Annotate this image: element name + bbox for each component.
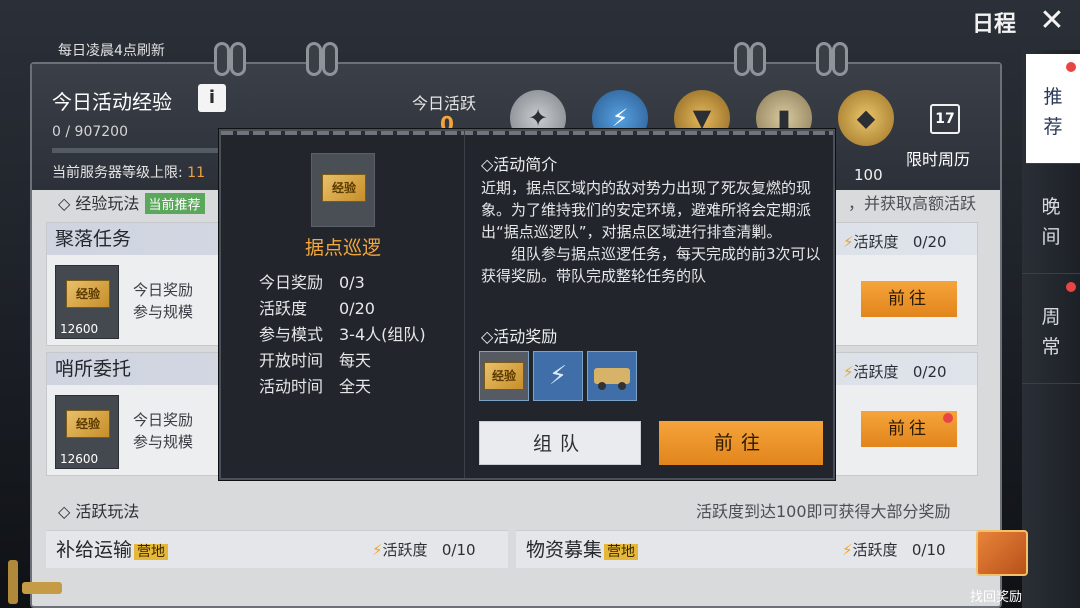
exp-ticket-icon: 经验 [66,410,110,438]
milestone-100-label: 100 [854,166,883,184]
milestone-badge-5-icon[interactable]: ◆ [838,90,894,146]
exp-ticket-icon: 经验 [322,174,366,202]
close-icon[interactable]: ✕ [1036,6,1068,38]
exp-value: 0 / 907200 [52,124,128,140]
binder-ring-icon [214,42,230,76]
notification-dot [1066,62,1076,72]
exp-progress-bar [52,148,222,153]
reward-ticket-box: 经验 12600 [55,265,119,339]
card-reward-label: 今日奖励 [133,411,194,429]
calendar-icon[interactable]: 17 [930,104,960,134]
go-button[interactable]: 前往 [659,421,823,465]
intro-description: 近期，据点区域内的敌对势力出现了死灰复燃的现象。为了维持我们的安定环境，避难所将… [481,179,821,285]
activity-card-supply-transport[interactable]: 补给运输 营地 ⚡活跃度 0/10 [46,530,508,568]
team-button[interactable]: 组队 [479,421,641,465]
activity-card-material-collection[interactable]: 物资募集 营地 ⚡活跃度 0/10 [516,530,978,568]
schedule-title: 日程 [971,12,1016,37]
bolt-icon: ⚡ [372,541,383,559]
reward-recovery-label[interactable]: 找回奖励 [970,586,1022,605]
row-open-time: 开放时间 每天 [259,351,372,370]
vehicle-icon [594,368,630,390]
card-activity: ⚡活跃度 0/10 [372,541,476,559]
exp-ticket-icon: 经验 [66,280,110,308]
activity-name: 据点巡逻 [304,237,381,259]
intro-title: ◇活动简介 [481,155,558,174]
active-play-note: 活跃度到达100即可获得大部分奖励 [696,502,951,521]
server-level-cap: 当前服务器等级上限: 11 [52,165,205,181]
camp-tag: 营地 [134,544,169,560]
info-button[interactable]: i [198,84,226,112]
reward-recovery-button[interactable] [958,524,1046,584]
reward-energy[interactable]: ⚡ [533,351,583,401]
tab-evening[interactable]: 晚 间 [1022,164,1080,274]
row-activity-time: 活动时间 全天 [259,377,372,396]
reward-exp-ticket[interactable]: 经验 [479,351,529,401]
row-today-reward: 今日奖励 0/3 [259,273,365,292]
lightning-icon: ⚡ [548,361,568,391]
today-activity-label: 今日活跃 [412,94,477,113]
card-activity: ⚡活跃度 0/20 [843,363,947,381]
binder-ring-icon [306,42,322,76]
bolt-icon: ⚡ [843,363,854,381]
recommended-tag: 当前推荐 [144,193,205,214]
reward-ticket-box: 经验 12600 [55,395,119,469]
binder-ring-icon [230,42,246,76]
popup-left-panel: 经验 据点巡逻 今日奖励 0/3 活跃度 0/20 参与模式 3-4人(组队) 开放时… [221,131,465,478]
row-mode: 参与模式 3-4人(组队) [259,325,426,344]
activity-icon-box: 经验 [311,153,375,227]
binder-ring-icon [816,42,832,76]
card-scale-label: 参与规模 [133,303,194,321]
ticket-count: 12600 [60,322,99,336]
exp-play-note: ，并获取高额活跃 [848,194,977,213]
exp-title: 今日活动经验 [52,90,172,114]
reward-vehicle-part[interactable] [587,351,637,401]
bullet-shells-icon [8,560,62,604]
bolt-icon: ⚡ [842,541,853,559]
card-scale-label: 参与规模 [133,433,194,451]
exp-play-section-title: ◇ 经验玩法 当前推荐 [58,190,205,214]
refresh-note: 每日凌晨4点刷新 [58,43,165,59]
reward-title: ◇活动奖励 [481,327,558,346]
notification-dot [1066,282,1076,292]
card-name: 物资募集 营地 [526,535,639,562]
card-activity: ⚡活跃度 0/20 [843,233,947,251]
gift-box-icon [976,530,1028,576]
bolt-icon: ⚡ [843,233,854,251]
activity-detail-popup: 经验 据点巡逻 今日奖励 0/3 活跃度 0/20 参与模式 3-4人(组队) 开放时… [219,129,835,480]
popup-right-panel: ◇活动简介 近期，据点区域内的敌对势力出现了死灰复燃的现象。为了维持我们的安定环… [471,131,833,478]
camp-tag: 营地 [604,544,639,560]
row-activity: 活跃度 0/20 [259,299,375,318]
binder-ring-icon [750,42,766,76]
exp-ticket-icon: 经验 [484,362,524,390]
notification-dot [943,413,953,423]
card-activity: ⚡活跃度 0/10 [842,541,946,559]
binder-ring-icon [832,42,848,76]
card-reward-label: 今日奖励 [133,281,194,299]
binder-ring-icon [734,42,750,76]
card-name: 补给运输 营地 [56,535,169,562]
active-play-section-title: ◇ 活跃玩法 [58,502,140,521]
binder-ring-icon [322,42,338,76]
weekly-calendar-label[interactable]: 限时周历 [906,146,970,170]
ticket-count: 12600 [60,452,99,466]
go-button[interactable]: 前往 [861,281,957,317]
